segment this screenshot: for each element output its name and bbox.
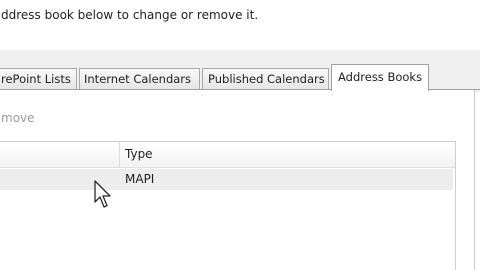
column-header-type[interactable]: Type xyxy=(125,147,153,161)
tab-address-books[interactable]: Address Books xyxy=(331,64,429,91)
account-settings-window: ddress book below to change or remove it… xyxy=(0,0,480,270)
row-type-cell: MAPI xyxy=(125,172,155,186)
tab-sharepoint-lists[interactable]: rePoint Lists xyxy=(0,68,77,89)
table-row[interactable]: MAPI xyxy=(0,169,453,190)
tab-published-calendars[interactable]: Published Calendars xyxy=(202,68,329,89)
column-divider[interactable] xyxy=(119,142,120,167)
arrow-cursor-icon xyxy=(94,180,111,208)
list-header: Type xyxy=(0,142,455,168)
instruction-text: ddress book below to change or remove it… xyxy=(1,8,259,22)
tab-internet-calendars[interactable]: Internet Calendars xyxy=(79,68,200,89)
tab-strip: rePoint Lists Internet Calendars Publish… xyxy=(0,64,480,91)
remove-button[interactable]: move xyxy=(1,111,35,125)
address-book-list[interactable]: Type MAPI xyxy=(0,141,456,270)
